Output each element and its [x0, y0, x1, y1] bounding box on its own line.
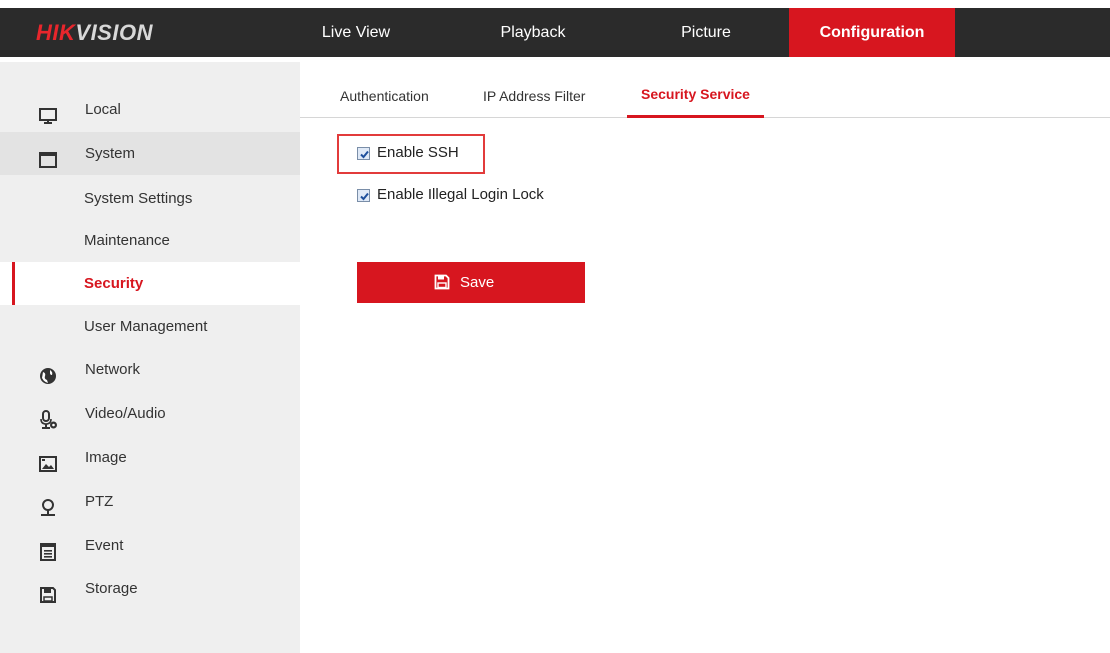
sidebar-item-system-settings[interactable]: System Settings [0, 177, 300, 220]
sidebar-item-label: Network [85, 361, 141, 378]
nav-picture[interactable]: Picture [650, 8, 762, 57]
globe-icon [38, 360, 58, 384]
tab-security-service[interactable]: Security Service [627, 86, 764, 118]
sidebar-item-user-management[interactable]: User Management [0, 305, 300, 348]
enable-illegal-login-lock-label: Enable Illegal Login Lock [377, 186, 544, 203]
sidebar-item-local[interactable]: Local [0, 88, 300, 131]
floppy-disk-icon [38, 579, 58, 603]
sidebar-item-label: Local [85, 101, 121, 118]
nav-configuration[interactable]: Configuration [789, 8, 955, 57]
nav-playback[interactable]: Playback [478, 8, 588, 57]
sidebar-item-ptz[interactable]: PTZ [0, 480, 300, 523]
monitor-icon [38, 100, 58, 124]
top-navigation-background: HIKVISION Live View Playback Picture Con… [0, 8, 1110, 57]
tab-ip-address-filter[interactable]: IP Address Filter [483, 88, 585, 117]
sidebar-item-security[interactable]: Security [0, 262, 300, 305]
sidebar-item-network[interactable]: Network [0, 348, 300, 391]
enable-illegal-login-lock-checkbox[interactable] [357, 189, 370, 202]
sidebar-item-label: Image [85, 449, 127, 466]
sidebar-item-label: User Management [84, 318, 208, 335]
logo-text-white: VISION [75, 20, 153, 45]
logo-text-red: HIK [36, 20, 76, 45]
sidebar-item-label: System [85, 145, 136, 162]
nav-live-view[interactable]: Live View [300, 8, 412, 57]
tab-authentication[interactable]: Authentication [340, 88, 429, 117]
sidebar-item-event[interactable]: Event [0, 524, 300, 567]
sidebar-item-maintenance[interactable]: Maintenance [0, 219, 300, 262]
save-button-label: Save [460, 274, 495, 291]
microphone-icon [38, 404, 58, 429]
sidebar-item-label: PTZ [85, 493, 114, 510]
enable-illegal-login-lock-checkbox-row[interactable]: Enable Illegal Login Lock [357, 184, 597, 206]
sidebar-item-system[interactable]: System [0, 132, 300, 175]
sidebar-item-label: Event [85, 537, 124, 554]
enable-ssh-checkbox[interactable] [357, 147, 370, 160]
sidebar-item-label: Maintenance [84, 232, 170, 249]
image-icon [38, 448, 58, 472]
save-button[interactable]: Save [357, 262, 585, 303]
sidebar-item-label: System Settings [84, 190, 193, 207]
sidebar-item-label: Security [84, 275, 144, 292]
sidebar-item-image[interactable]: Image [0, 436, 300, 479]
ptz-camera-icon [38, 492, 58, 516]
event-list-icon [38, 536, 58, 561]
tab-bar: Authentication IP Address Filter Securit… [300, 62, 1110, 118]
hikvision-logo: HIKVISION [36, 20, 153, 46]
top-navigation-bar: HIKVISION Live View Playback Picture Con… [0, 0, 1110, 62]
floppy-disk-icon [434, 274, 450, 290]
enable-ssh-label: Enable SSH [377, 144, 459, 161]
sidebar-item-video-audio[interactable]: Video/Audio [0, 392, 300, 435]
enable-ssh-checkbox-row[interactable]: Enable SSH [357, 142, 487, 164]
sidebar-item-label: Storage [85, 580, 138, 597]
sidebar-item-label: Video/Audio [85, 405, 166, 422]
sidebar-item-storage[interactable]: Storage [0, 567, 300, 610]
window-icon [38, 144, 58, 168]
